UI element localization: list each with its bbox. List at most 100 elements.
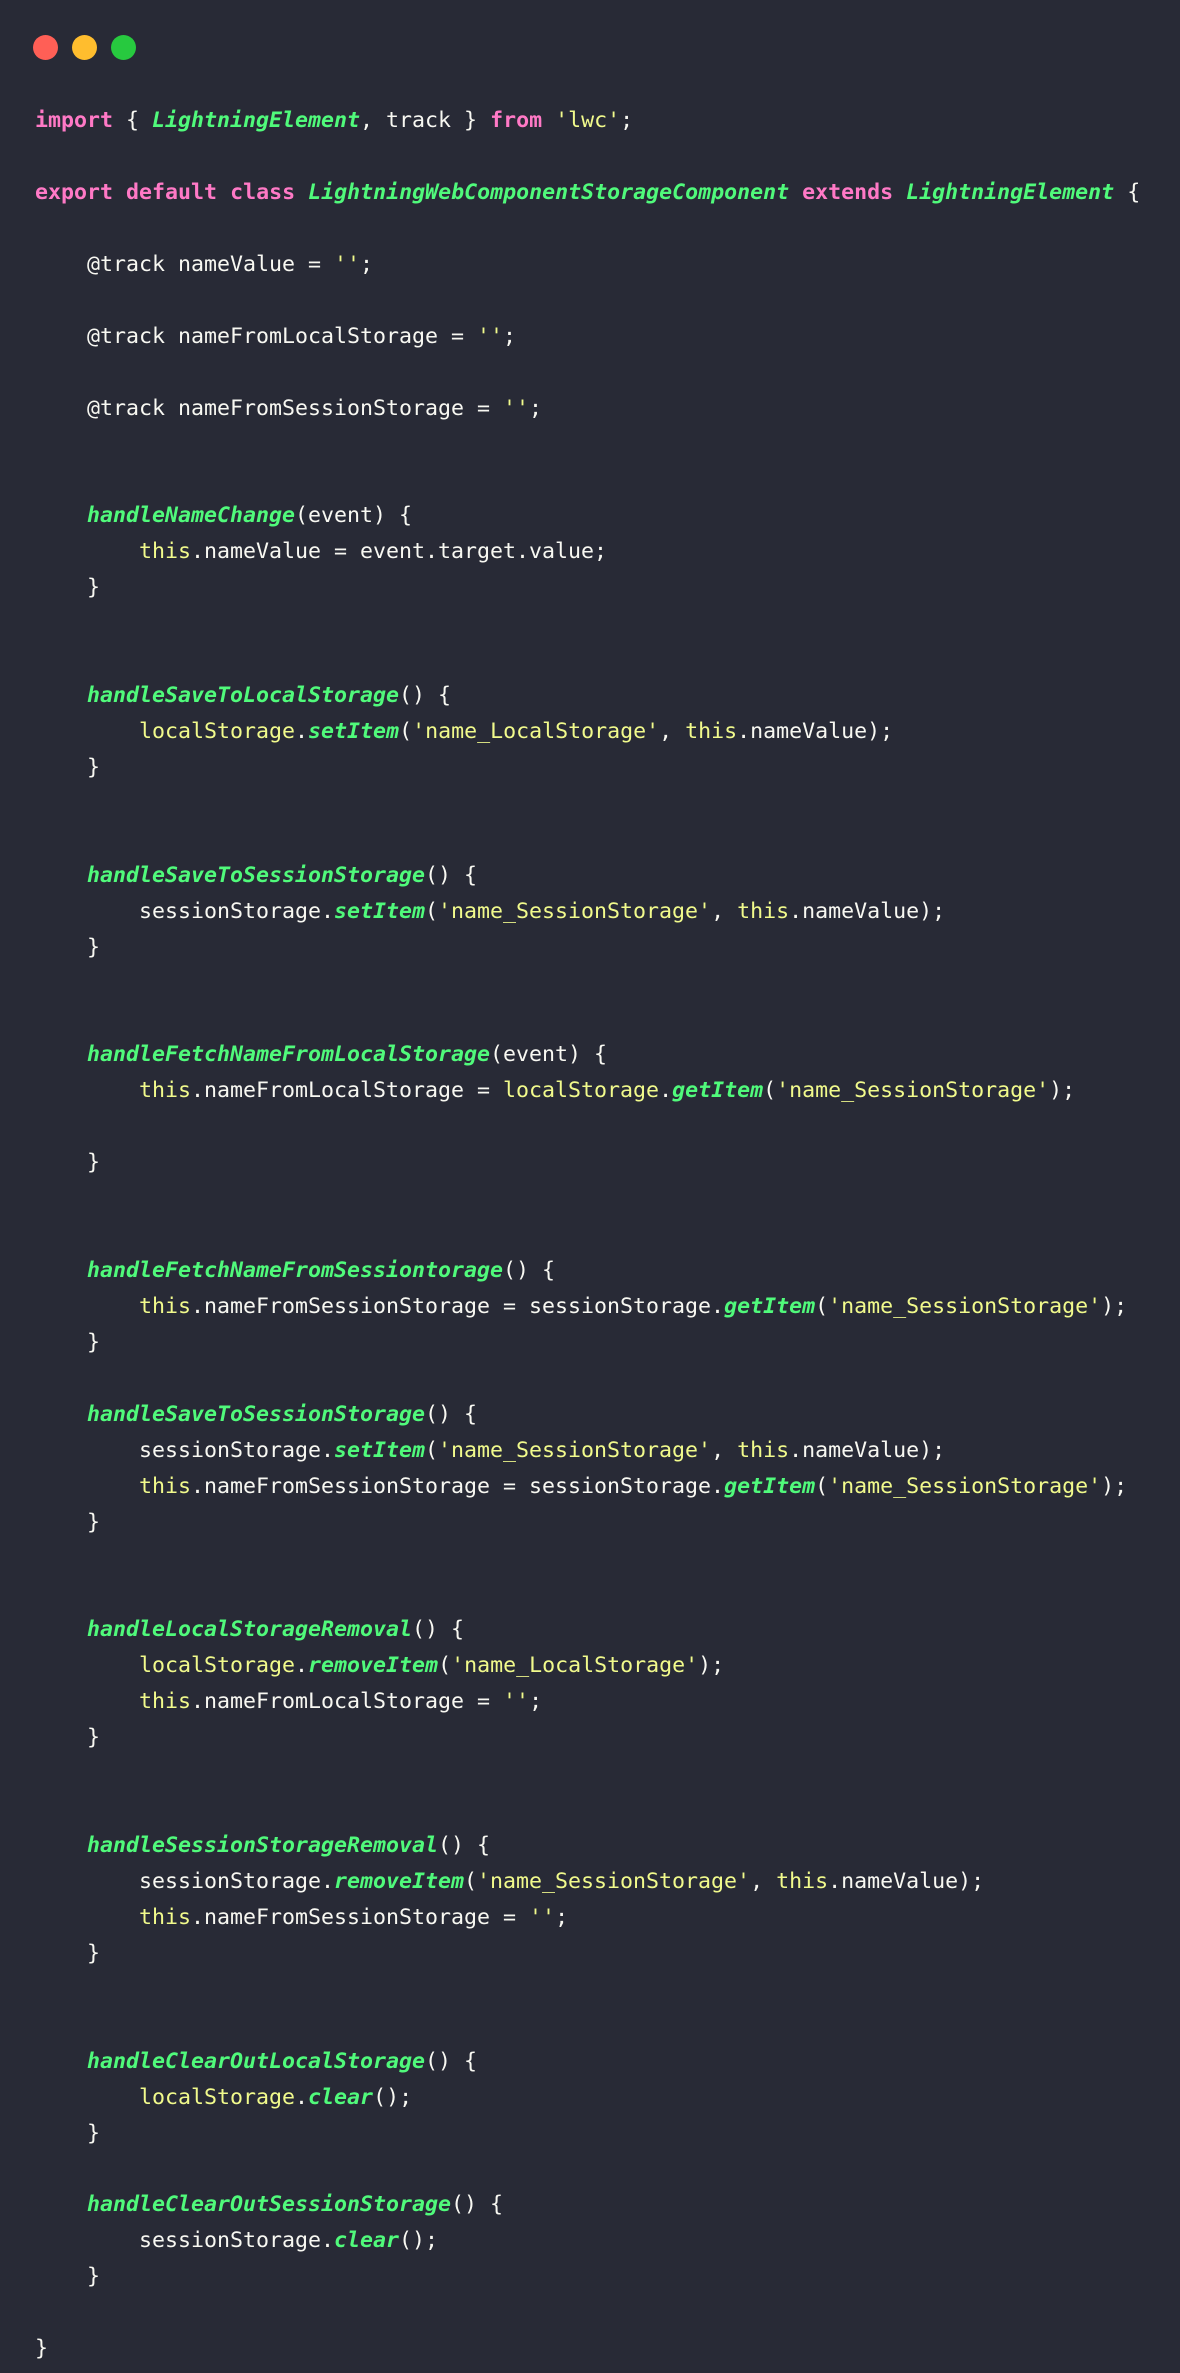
code-token-plain: () { [425, 862, 478, 888]
code-line: sessionStorage.removeItem('name_SessionS… [35, 1864, 1140, 1900]
code-line: sessionStorage.clear(); [35, 2223, 1140, 2259]
code-token-str: '' [503, 395, 530, 421]
code-token-plain: ); [1101, 1293, 1128, 1319]
code-token-plain: .nameFromLocalStorage = [191, 1689, 504, 1715]
code-line: this.nameFromSessionStorage = sessionSto… [35, 1469, 1140, 1505]
minimize-icon[interactable] [72, 35, 97, 60]
code-line: handleNameChange(event) { [35, 498, 1140, 534]
code-line: handleSaveToSessionStorage() { [35, 1397, 1140, 1433]
code-line: @track nameFromLocalStorage = ''; [35, 319, 1140, 355]
code-token-kw: export [35, 179, 114, 205]
code-token-plain: .nameFromLocalStorage = [191, 1078, 504, 1104]
code-token-str: '' [503, 1689, 530, 1715]
code-token-plain: } [35, 575, 101, 601]
code-token-this: this [139, 1293, 192, 1319]
code-token-this: this [776, 1868, 829, 1894]
code-line: handleLocalStorageRemoval() { [35, 1612, 1140, 1648]
code-line: handleClearOutSessionStorage() { [35, 2187, 1140, 2223]
code-token-plain: .nameValue); [789, 1437, 946, 1463]
code-line: handleSessionStorageRemoval() { [35, 1828, 1140, 1864]
code-line: handleSaveToLocalStorage() { [35, 678, 1140, 714]
window-controls [33, 35, 136, 60]
code-token-str: '' [529, 1904, 556, 1930]
code-token-fn: handleSaveToLocalStorage [87, 683, 400, 708]
code-token-plain: { [113, 108, 153, 133]
code-token-fn: clear [308, 2084, 374, 2110]
code-line: sessionStorage.setItem('name_SessionStor… [35, 1433, 1140, 1469]
code-token-this: this [139, 1078, 192, 1104]
code-line: handleClearOutLocalStorage() { [35, 2044, 1140, 2080]
code-token-plain: (); [399, 2228, 439, 2254]
code-token-plain: ( [425, 898, 439, 924]
code-line: } [35, 1936, 1140, 1972]
code-token-plain: () { [412, 1617, 465, 1643]
code-token-plain: sessionStorage. [35, 1437, 335, 1463]
code-line: this.nameFromLocalStorage = localStorage… [35, 1073, 1140, 1109]
code-token-plain: ; [555, 1904, 569, 1930]
code-token-plain: { [1114, 179, 1141, 205]
code-token-fn: handleFetchNameFromLocalStorage [87, 1042, 491, 1068]
code-token-this: localStorage [503, 1078, 660, 1104]
code-token-fn: setItem [308, 718, 400, 744]
code-token-fn: getItem [724, 1293, 816, 1319]
code-token-plain: sessionStorage. [35, 2228, 335, 2254]
code-token-str: 'name_SessionStorage' [438, 898, 712, 924]
code-token-plain: . [295, 718, 309, 744]
code-token-str: 'name_LocalStorage' [412, 718, 660, 744]
maximize-icon[interactable] [111, 35, 136, 60]
code-token-str: 'name_SessionStorage' [438, 1437, 712, 1463]
code-token-cls: LightningElement [906, 179, 1115, 205]
code-token-plain: ( [815, 1473, 829, 1499]
code-token-str: 'lwc' [555, 108, 621, 133]
code-token-plain: . [295, 1653, 309, 1679]
code-line: localStorage.setItem('name_LocalStorage'… [35, 714, 1140, 750]
code-line: import { LightningElement, track } from … [35, 103, 1140, 139]
code-token-plain: ( [763, 1078, 777, 1104]
code-token-plain: .nameValue); [789, 898, 946, 924]
code-token-plain: .nameFromSessionStorage = sessionStorage… [191, 1293, 725, 1319]
code-line: this.nameFromSessionStorage = ''; [35, 1900, 1140, 1936]
code-token-this: this [737, 898, 790, 924]
code-token-plain: (); [373, 2084, 413, 2110]
code-token-this: this [139, 1904, 192, 1930]
code-token-kw: extends [802, 179, 894, 205]
code-token-plain: ( [815, 1293, 829, 1319]
code-token-fn: removeItem [308, 1653, 439, 1679]
code-line: handleFetchNameFromLocalStorage(event) { [35, 1037, 1140, 1073]
code-token-fn: handleSaveToSessionStorage [87, 862, 426, 888]
code-token-plain: ; [503, 323, 517, 349]
code-line: localStorage.removeItem('name_LocalStora… [35, 1648, 1140, 1684]
code-token-this: localStorage [139, 2084, 296, 2110]
code-token-this: this [737, 1437, 790, 1463]
code-token-plain: ); [1049, 1078, 1076, 1104]
close-icon[interactable] [33, 35, 58, 60]
code-token-plain: } [35, 2120, 101, 2146]
code-token-plain: (event) { [490, 1042, 608, 1068]
code-line: this.nameFromSessionStorage = sessionSto… [35, 1289, 1140, 1325]
code-token-plain: ; [529, 1689, 543, 1715]
code-token-kw: class [230, 179, 296, 205]
code-token-kw: default [126, 179, 218, 205]
code-token-plain: ( [425, 1437, 439, 1463]
code-token-plain: , track } [360, 108, 491, 133]
